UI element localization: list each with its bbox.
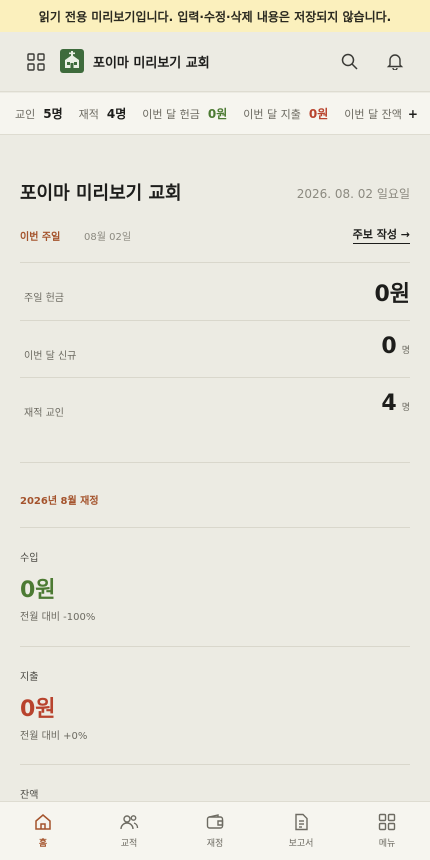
write-bulletin-link[interactable]: 주보 작성 → (352, 226, 410, 244)
row-value: 0명 (381, 334, 410, 359)
nav-label: 재정 (206, 839, 224, 849)
apps-icon[interactable] (27, 53, 45, 71)
stat-month-expense: 이번 달 지출 0원 (243, 105, 328, 122)
banner-text: 읽기 전용 미리보기입니다. 입력·수정·삭제 내용은 저장되지 않습니다. (38, 9, 392, 24)
registered-members-row: 재적 교인 4명 (20, 377, 410, 462)
nav-reports[interactable]: 보고서 (258, 802, 344, 860)
row-label: 주일 헌금 (24, 293, 64, 304)
header-church-name: 포이마 미리보기 교회 (93, 56, 210, 71)
stat-value: + (407, 106, 418, 121)
page-title: 포이마 미리보기 교회 (20, 183, 182, 204)
nav-members[interactable]: 교적 (86, 802, 172, 860)
report-icon (295, 813, 308, 831)
stat-value: 0원 (308, 107, 329, 121)
stat-label: 재적 (78, 107, 99, 121)
church-logo-icon (60, 49, 84, 73)
nav-finance[interactable]: 재정 (172, 802, 258, 860)
income-label: 수입 (20, 553, 39, 564)
sunday-offering-row: 주일 헌금 0원 (20, 262, 410, 320)
finance-heading: 2026년 8월 재정 (20, 496, 99, 507)
stat-label: 교인 (15, 107, 36, 121)
stat-label: 이번 달 잔액 (344, 107, 402, 121)
expense-compare: 전월 대비 +0% (20, 731, 88, 742)
new-members-row: 이번 달 신규 0명 (20, 320, 410, 377)
income-compare: 전월 대비 -100% (20, 612, 96, 623)
row-value: 4명 (381, 391, 410, 416)
stat-month-offering: 이번 달 헌금 0원 (142, 105, 227, 122)
wallet-icon (206, 814, 224, 829)
stat-label: 이번 달 헌금 (142, 107, 200, 121)
stat-label: 이번 달 지출 (243, 107, 301, 121)
stat-value: 5명 (43, 107, 63, 121)
nav-label: 보고서 (288, 839, 314, 849)
expense-amount: 0원 (20, 697, 56, 722)
menu-grid-icon (378, 813, 396, 831)
nav-home[interactable]: 홈 (0, 802, 86, 860)
nav-label: 홈 (38, 839, 48, 849)
this-week-date: 08월 02일 (84, 232, 132, 243)
stat-value: 0원 (207, 107, 228, 121)
bell-icon[interactable] (386, 52, 404, 70)
income-amount: 0원 (20, 578, 56, 603)
bottom-nav: 홈 교적 재정 보고서 메뉴 (0, 801, 430, 860)
nav-label: 메뉴 (378, 839, 396, 849)
readonly-banner: 읽기 전용 미리보기입니다. 입력·수정·삭제 내용은 저장되지 않습니다. (0, 0, 430, 32)
search-icon[interactable] (341, 53, 358, 70)
row-value: 0원 (374, 282, 410, 307)
stat-month-balance: 이번 달 잔액 + (344, 106, 418, 122)
home-icon (35, 814, 51, 830)
app-header: 포이마 미리보기 교회 (0, 32, 430, 92)
nav-label: 교적 (120, 839, 138, 849)
expense-label: 지출 (20, 672, 39, 683)
stat-registered: 재적 4명 (79, 105, 127, 122)
balance-block[interactable]: 잔액 (20, 764, 410, 804)
this-week-label: 이번 주일 (20, 232, 61, 243)
expense-block[interactable]: 지출 0원 전월 대비 +0% (20, 646, 410, 764)
balance-label: 잔액 (20, 790, 39, 801)
members-icon (120, 815, 139, 830)
row-label: 재적 교인 (24, 408, 64, 419)
current-date: 2026. 08. 02 일요일 (296, 187, 410, 201)
nav-menu[interactable]: 메뉴 (344, 802, 430, 860)
stat-members: 교인 5명 (15, 105, 63, 122)
stats-ticker: 교인 5명 재적 4명 이번 달 헌금 0원 이번 달 지출 0원 이번 달 잔… (0, 93, 430, 135)
stat-value: 4명 (106, 107, 127, 121)
row-label: 이번 달 신규 (24, 351, 77, 362)
income-block[interactable]: 수입 0원 전월 대비 -100% (20, 527, 410, 646)
section-divider (20, 462, 410, 463)
